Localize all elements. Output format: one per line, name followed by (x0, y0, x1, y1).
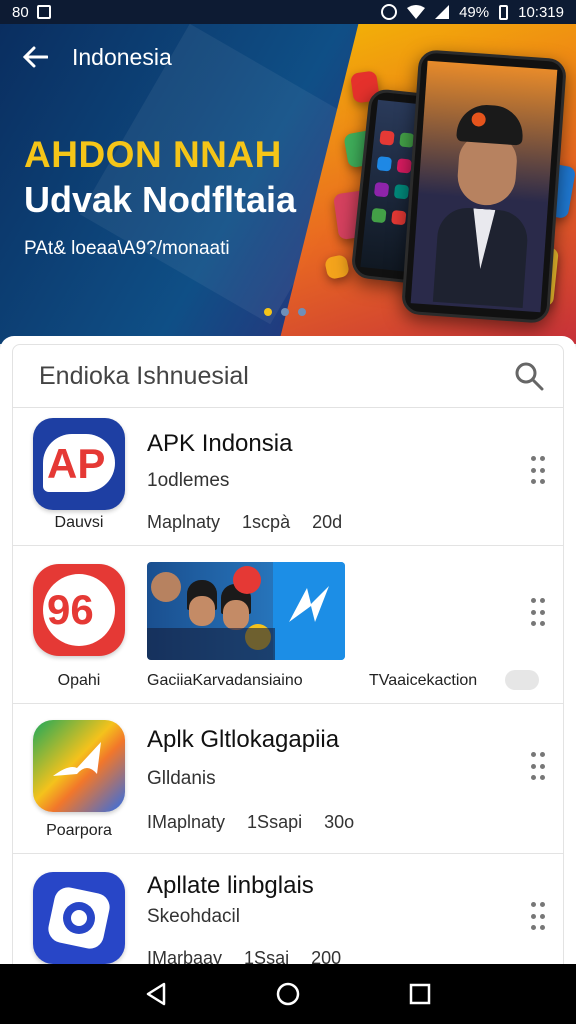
meta-size: 1Ssapi (247, 812, 303, 832)
toggle-chip[interactable] (505, 670, 539, 690)
battery-icon (499, 4, 509, 20)
app-subtitle: Glldanis (147, 768, 216, 789)
carousel-dot[interactable] (264, 308, 272, 316)
banner-title-line1: AHDON NNAH (24, 134, 282, 175)
carousel-indicator (264, 308, 306, 316)
app-title: Apllate linbglais (147, 872, 314, 899)
list-item[interactable]: Apllate linbglais Skeohdacil IMarbaay 1S… (12, 854, 564, 976)
meta-label: IMaplnaty (147, 812, 226, 832)
app-96-icon[interactable]: 96 (33, 564, 125, 656)
meta-count: 30o (324, 812, 355, 832)
search-bar[interactable]: Endioka Ishnuesial (12, 344, 564, 408)
triangle-back-icon (146, 982, 166, 1006)
apk-indonesia-app-icon[interactable]: AP (33, 418, 125, 510)
carousel-dot[interactable] (298, 308, 306, 316)
app-meta: Maplnaty 1scpà 20d (147, 512, 342, 533)
promo-banner-caption: GaciiaKarvadansiaino (147, 672, 303, 689)
list-item[interactable]: 96 Opahi GaciiaKarvadansiaino TVaaicekac… (12, 546, 564, 704)
system-nav-bar (0, 964, 576, 1024)
status-bar: 80 49% 10:319 (0, 0, 576, 24)
phone-mockup-large (400, 49, 568, 324)
app-gallery-icon[interactable] (33, 720, 125, 812)
app-list-card: Endioka Ishnuesial AP Dauvsi APK Indonsi… (0, 336, 576, 976)
list-item[interactable]: Poarpora Aplk Gltlokagapiia Glldanis IMa… (12, 704, 564, 854)
app-caption: Opahi (57, 672, 101, 689)
battery-level: 49% (459, 3, 490, 21)
page-title: Indonesia (72, 43, 172, 70)
search-icon[interactable] (513, 360, 545, 392)
image-notification-icon (36, 5, 51, 19)
more-options-icon[interactable] (531, 456, 545, 484)
banner-subtitle: PAt& loeaa\A9?/monaati (24, 238, 230, 259)
app-title: Aplk Gltlokagapiia (147, 726, 340, 753)
list-item[interactable]: AP Dauvsi APK Indonsia 1odlemes Maplnaty… (12, 408, 564, 546)
home-nav-button[interactable] (268, 974, 308, 1014)
side-label: TVaaicekaction (369, 672, 478, 689)
meta-count: 20d (312, 512, 343, 532)
search-text[interactable]: Endioka Ishnuesial (39, 362, 249, 391)
app-caption: Poarpora (46, 822, 112, 839)
square-recents-icon (409, 983, 431, 1005)
banner-title-line2: Udvak Nodfltaia (24, 179, 297, 220)
app-subtitle: 1odlemes (147, 470, 230, 491)
hero-banner[interactable]: Indonesia AHDON NNAH Udvak Nodfltaia PAt… (0, 24, 576, 344)
app-caption: Dauvsi (54, 514, 104, 531)
recents-nav-button[interactable] (400, 974, 440, 1014)
status-left-text: 80 (12, 3, 29, 21)
circle-home-icon (276, 982, 300, 1006)
top-nav: Indonesia (20, 42, 172, 72)
more-options-icon[interactable] (531, 598, 545, 626)
app-subtitle: Skeohdacil (147, 906, 240, 927)
person-portrait (432, 102, 537, 308)
carousel-dot[interactable] (281, 308, 289, 316)
app-icon-letters: AP (47, 440, 106, 487)
signal-icon (435, 5, 450, 19)
promo-banner-image[interactable] (147, 562, 345, 660)
wifi-icon (407, 5, 426, 19)
meta-label: Maplnaty (147, 512, 221, 532)
back-nav-button[interactable] (136, 974, 176, 1014)
alarm-icon (381, 4, 398, 20)
status-time: 10:319 (518, 3, 564, 21)
app-icon-number: 96 (47, 586, 94, 633)
more-options-icon[interactable] (531, 752, 545, 780)
back-arrow-icon[interactable] (20, 42, 50, 72)
app-title: APK Indonsia (147, 430, 293, 457)
app-meta: IMaplnaty 1Ssapi 30o (147, 812, 354, 833)
meta-size: 1scpà (242, 512, 291, 532)
app-camera-icon[interactable] (33, 872, 125, 964)
more-options-icon[interactable] (531, 902, 545, 930)
